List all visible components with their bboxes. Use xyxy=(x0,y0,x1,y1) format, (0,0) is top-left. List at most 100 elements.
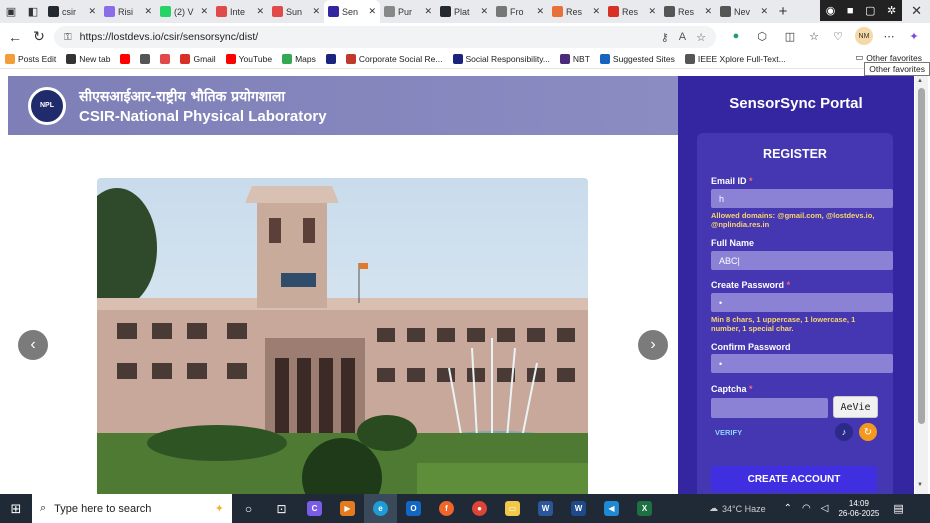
gear-icon[interactable]: ✲ xyxy=(887,4,896,17)
tab-close-icon[interactable]: ✕ xyxy=(200,6,208,17)
tab-close-icon[interactable]: ✕ xyxy=(648,6,656,17)
refresh-captcha-icon[interactable]: ↻ xyxy=(859,423,877,441)
weather-widget[interactable]: ☁ 34°C Haze xyxy=(709,503,766,514)
key-icon[interactable]: ⚷ xyxy=(661,31,669,44)
chrome-icon[interactable]: ● xyxy=(463,494,496,523)
bookmark-item[interactable] xyxy=(155,54,175,64)
bookmark-item[interactable]: New tab xyxy=(61,54,115,64)
taskbar-search[interactable]: ⌕ Type here to search ✦ xyxy=(32,494,232,523)
browser-tab[interactable]: Sun ✕ xyxy=(268,0,324,23)
split-screen-icon[interactable]: ◫ xyxy=(781,27,799,45)
verify-link[interactable]: VERIFY xyxy=(715,428,742,437)
tab-close-icon[interactable]: ✕ xyxy=(480,6,488,17)
bookmark-item[interactable]: IEEE Xplore Full-Text... xyxy=(680,54,791,64)
notifications-icon[interactable]: ▤ xyxy=(893,502,903,515)
window-icon[interactable]: ▢ xyxy=(865,4,875,17)
grammarly-icon[interactable]: ● xyxy=(727,27,745,45)
extensions-icon[interactable]: ⬡ xyxy=(753,27,771,45)
video-icon[interactable]: ■ xyxy=(847,5,854,17)
scroll-up-icon[interactable]: ▲ xyxy=(917,78,923,84)
browser-tab[interactable]: Res ✕ xyxy=(604,0,660,23)
tab-close-icon[interactable]: ✕ xyxy=(144,6,152,17)
media-player-icon[interactable]: ▶ xyxy=(331,494,364,523)
bookmark-item[interactable]: Social Responsibility... xyxy=(448,54,555,64)
site-info-icon[interactable]: ⚿ xyxy=(64,32,72,43)
profile-avatar[interactable]: NM xyxy=(855,27,873,45)
bookmark-item[interactable]: Posts Edit xyxy=(0,54,61,64)
bookmark-item[interactable]: YouTube xyxy=(221,54,277,64)
workspaces-icon[interactable]: ▣ xyxy=(0,0,22,23)
tab-close-icon[interactable]: ✕ xyxy=(88,6,96,17)
show-hidden-icons-icon[interactable]: ⌃ xyxy=(784,503,792,514)
browser-tab[interactable]: (2) V ✕ xyxy=(156,0,212,23)
clock[interactable]: 14:09 26-06-2025 xyxy=(838,499,879,519)
scroll-down-icon[interactable]: ▼ xyxy=(917,482,923,488)
bookmark-item[interactable]: Maps xyxy=(277,54,321,64)
bookmark-item[interactable]: NBT xyxy=(555,54,595,64)
firefox-icon[interactable]: f xyxy=(430,494,463,523)
widgets-icon[interactable]: ⊡ xyxy=(265,494,298,523)
browser-tab[interactable]: Fro ✕ xyxy=(492,0,548,23)
tab-close-icon[interactable]: ✕ xyxy=(536,6,544,17)
bookmark-item[interactable] xyxy=(115,54,135,64)
bookmark-item[interactable] xyxy=(321,54,341,64)
url-text[interactable]: https://lostdevs.io/csir/sensorsync/dist… xyxy=(80,31,661,43)
browser-tab[interactable]: Res ✕ xyxy=(548,0,604,23)
carousel-next-button[interactable]: › xyxy=(638,330,668,360)
volume-icon[interactable]: ◁ xyxy=(821,503,829,514)
copilot-icon[interactable]: ✦ xyxy=(905,27,923,45)
audio-captcha-icon[interactable]: ♪ xyxy=(835,423,853,441)
browser-tab[interactable]: Nev ✕ xyxy=(716,0,772,23)
tab-close-icon[interactable]: ✕ xyxy=(368,6,376,17)
browser-tab[interactable]: Plat ✕ xyxy=(436,0,492,23)
captcha-input[interactable] xyxy=(711,398,828,418)
bookmark-item[interactable]: Suggested Sites xyxy=(595,54,680,64)
create-password-field[interactable]: • xyxy=(711,293,893,312)
tab-close-icon[interactable]: ✕ xyxy=(312,6,320,17)
browser-tab[interactable]: Res ✕ xyxy=(660,0,716,23)
word-icon[interactable]: W xyxy=(529,494,562,523)
browser-tab[interactable]: Pur ✕ xyxy=(380,0,436,23)
full-name-field[interactable]: ABC| xyxy=(711,251,893,270)
vertical-tabs-icon[interactable]: ◧ xyxy=(22,0,44,23)
windows-start-icon[interactable]: ⊞ xyxy=(0,494,32,523)
read-aloud-icon[interactable]: A xyxy=(679,31,686,43)
edge-icon[interactable]: e xyxy=(364,494,397,523)
outlook-icon[interactable]: O xyxy=(397,494,430,523)
browser-tab[interactable]: csir ✕ xyxy=(44,0,100,23)
collections-icon[interactable]: ♡ xyxy=(829,27,847,45)
confirm-password-field[interactable]: • xyxy=(711,354,893,373)
favorites-icon[interactable]: ☆ xyxy=(805,27,823,45)
browser-tab[interactable]: Risi ✕ xyxy=(100,0,156,23)
network-icon[interactable]: ◠ xyxy=(802,503,811,514)
carousel-prev-button[interactable]: ‹ xyxy=(18,330,48,360)
copilot-app-icon[interactable]: C xyxy=(298,494,331,523)
create-account-button[interactable]: CREATE ACCOUNT xyxy=(711,466,877,492)
back-button[interactable]: ← xyxy=(3,29,27,45)
tab-close-icon[interactable]: ✕ xyxy=(256,6,264,17)
word-icon-2[interactable]: W xyxy=(562,494,595,523)
email-field[interactable]: h xyxy=(711,189,893,208)
camera-icon[interactable]: ◉ xyxy=(826,4,836,17)
bookmark-item[interactable] xyxy=(135,54,155,64)
file-explorer-icon[interactable]: ▭ xyxy=(496,494,529,523)
tab-close-icon[interactable]: ✕ xyxy=(760,6,768,17)
favorite-star-icon[interactable]: ☆ xyxy=(696,31,706,44)
vscode-icon[interactable]: ◀ xyxy=(595,494,628,523)
scroll-thumb[interactable] xyxy=(918,88,925,424)
excel-icon[interactable]: X xyxy=(628,494,661,523)
bookmark-item[interactable]: Gmail xyxy=(175,54,220,64)
reload-button[interactable]: ↻ xyxy=(27,28,51,45)
bookmark-item[interactable]: Corporate Social Re... xyxy=(341,54,448,64)
new-tab-button[interactable]: + xyxy=(772,3,794,20)
browser-tab[interactable]: Inte ✕ xyxy=(212,0,268,23)
browser-tab[interactable]: Sen ✕ xyxy=(324,0,380,23)
tab-close-icon[interactable]: ✕ xyxy=(592,6,600,17)
page-scrollbar[interactable]: ▲ ▼ xyxy=(915,76,928,494)
window-close-button[interactable]: ✕ xyxy=(911,3,922,19)
tab-close-icon[interactable]: ✕ xyxy=(424,6,432,17)
more-menu-icon[interactable]: ⋯ xyxy=(880,27,898,45)
address-bar[interactable]: ⚿ https://lostdevs.io/csir/sensorsync/di… xyxy=(54,26,716,48)
task-view-icon[interactable]: ○ xyxy=(232,494,265,523)
tab-close-icon[interactable]: ✕ xyxy=(704,6,712,17)
